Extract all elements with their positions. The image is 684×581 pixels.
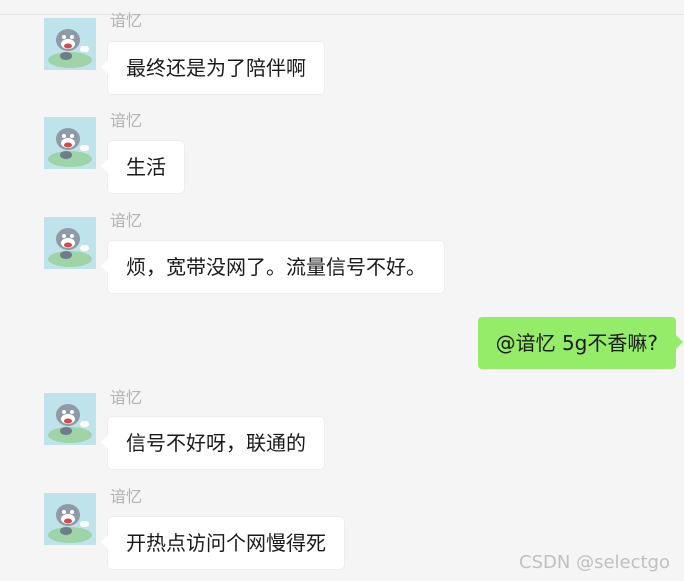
message-bubble[interactable]: 最终还是为了陪伴啊 — [101, 42, 324, 94]
message-bubble[interactable]: 生活 — [101, 141, 184, 193]
top-divider — [0, 14, 684, 15]
avatar[interactable] — [44, 217, 96, 269]
message-bubble[interactable]: 烦，宽带没网了。流量信号不好。 — [101, 241, 444, 293]
sender-name: 谙忆 — [110, 487, 143, 506]
sender-name: 谙忆 — [110, 111, 143, 130]
sender-name: 谙忆 — [110, 388, 143, 407]
message-bubble[interactable]: 信号不好呀，联通的 — [101, 417, 324, 469]
avatar[interactable] — [44, 493, 96, 545]
message-bubble-self[interactable]: @谙忆 5g不香嘛? — [477, 317, 684, 369]
sender-name: 谙忆 — [110, 11, 143, 30]
message-bubble[interactable]: 开热点访问个网慢得死 — [101, 517, 344, 569]
avatar[interactable] — [44, 18, 96, 70]
avatar[interactable] — [44, 117, 96, 169]
avatar[interactable] — [44, 393, 96, 445]
watermark: CSDN @selectgo — [519, 552, 670, 573]
sender-name: 谙忆 — [110, 211, 143, 230]
